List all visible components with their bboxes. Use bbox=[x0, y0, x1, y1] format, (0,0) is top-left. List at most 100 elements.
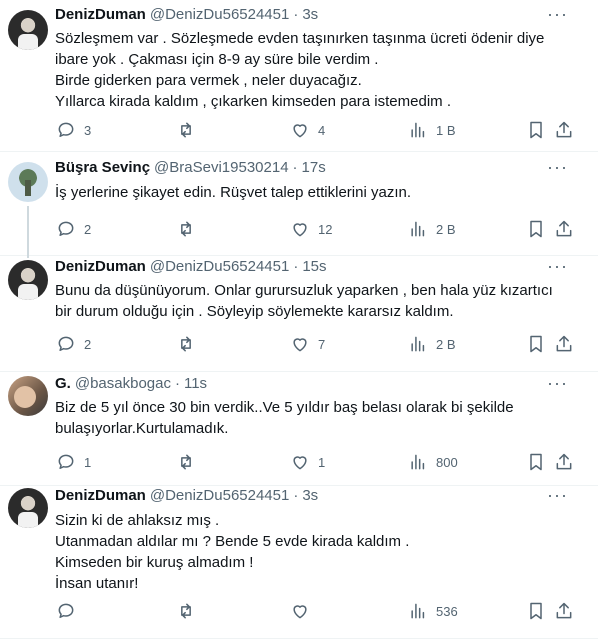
more-options-icon[interactable]: ··· bbox=[547, 256, 568, 277]
tweet-text: Biz de 5 yıl önce 30 bin verdik..Ve 5 yı… bbox=[55, 399, 514, 437]
bookmark-button[interactable] bbox=[526, 601, 546, 621]
user-handle[interactable]: @DenizDu56524451 bbox=[150, 258, 290, 275]
bookmark-button[interactable] bbox=[526, 219, 546, 239]
separator-dot: · bbox=[293, 258, 299, 275]
avatar[interactable] bbox=[8, 162, 48, 202]
heart-icon bbox=[293, 124, 307, 138]
more-options-icon[interactable]: ··· bbox=[547, 157, 568, 178]
bookmark-button[interactable] bbox=[526, 120, 546, 140]
heart-icon bbox=[293, 223, 307, 237]
like-button[interactable]: 12 bbox=[290, 219, 332, 239]
tweet[interactable]: G. @basakbogac · 11s ··· Biz de 5 yıl ön… bbox=[0, 372, 598, 486]
share-button[interactable] bbox=[554, 219, 574, 239]
retweet-button[interactable] bbox=[176, 452, 204, 472]
thread-line bbox=[27, 206, 29, 258]
like-button[interactable] bbox=[290, 601, 318, 621]
share-icon bbox=[556, 453, 572, 470]
analytics-icon bbox=[411, 454, 425, 470]
action-bar: 536 bbox=[48, 600, 586, 622]
heart-icon bbox=[293, 338, 307, 352]
reply-button[interactable]: 1 bbox=[56, 452, 91, 472]
reply-count: 2 bbox=[84, 336, 92, 352]
tweet[interactable]: Büşra Sevinç @BraSevi19530214 · 17s ··· … bbox=[0, 152, 598, 258]
tweet-text: Sizin ki de ahlaksız mış . Utanmadan ald… bbox=[55, 512, 410, 592]
display-name[interactable]: DenizDuman bbox=[55, 487, 146, 504]
view-count: 800 bbox=[436, 454, 458, 470]
views-button[interactable]: 536 bbox=[408, 601, 458, 621]
reply-count: 3 bbox=[84, 122, 92, 138]
reply-button[interactable] bbox=[56, 601, 84, 621]
user-handle[interactable]: @DenizDu56524451 bbox=[150, 6, 290, 23]
views-button[interactable]: 2 B bbox=[408, 219, 456, 239]
timestamp[interactable]: 15s bbox=[302, 258, 326, 275]
views-button[interactable]: 800 bbox=[408, 452, 458, 472]
share-button[interactable] bbox=[554, 334, 574, 354]
timestamp[interactable]: 3s bbox=[302, 6, 318, 23]
tweet-text: Sözleşmem var . Sözleşmede evden taşınır… bbox=[55, 30, 545, 110]
avatar[interactable] bbox=[8, 376, 48, 416]
timestamp[interactable]: 3s bbox=[302, 487, 318, 504]
reply-icon bbox=[58, 603, 74, 618]
reply-button[interactable]: 2 bbox=[56, 219, 91, 239]
timestamp[interactable]: 17s bbox=[302, 159, 326, 176]
separator-dot: · bbox=[292, 159, 298, 176]
like-button[interactable]: 1 bbox=[290, 452, 325, 472]
like-count: 7 bbox=[318, 336, 326, 352]
display-name[interactable]: G. bbox=[55, 375, 71, 392]
like-count: 4 bbox=[318, 122, 326, 138]
views-button[interactable]: 1 B bbox=[408, 120, 456, 140]
tweet-text: İş yerlerine şikayet edin. Rüşvet talep … bbox=[55, 184, 411, 201]
bookmark-icon bbox=[530, 335, 542, 353]
tweet[interactable]: DenizDuman @DenizDu56524451 · 15s ··· Bu… bbox=[0, 256, 598, 372]
display-name[interactable]: Büşra Sevinç bbox=[55, 159, 150, 176]
more-options-icon[interactable]: ··· bbox=[547, 4, 568, 25]
share-icon bbox=[556, 121, 572, 138]
avatar[interactable] bbox=[8, 10, 48, 50]
share-button[interactable] bbox=[554, 452, 574, 472]
analytics-icon bbox=[411, 221, 425, 237]
more-options-icon[interactable]: ··· bbox=[547, 485, 568, 506]
display-name[interactable]: DenizDuman bbox=[55, 6, 146, 23]
bookmark-icon bbox=[530, 220, 542, 238]
share-button[interactable] bbox=[554, 601, 574, 621]
retweet-icon bbox=[181, 336, 191, 352]
user-handle[interactable]: @BraSevi19530214 bbox=[154, 159, 289, 176]
share-button[interactable] bbox=[554, 120, 574, 140]
tweet-header: DenizDuman @DenizDu56524451 · 3s ··· bbox=[55, 485, 586, 506]
retweet-icon bbox=[181, 221, 191, 237]
retweet-button[interactable] bbox=[176, 120, 204, 140]
retweet-button[interactable] bbox=[176, 601, 204, 621]
retweet-button[interactable] bbox=[176, 334, 204, 354]
reply-icon bbox=[58, 336, 74, 351]
action-bar: 3 4 1 B bbox=[48, 119, 586, 141]
view-count: 2 B bbox=[436, 336, 456, 352]
action-bar: 1 1 800 bbox=[48, 451, 586, 473]
tweet[interactable]: DenizDuman @DenizDu56524451 · 3s ··· Söz… bbox=[0, 0, 598, 152]
avatar[interactable] bbox=[8, 488, 48, 528]
heart-icon bbox=[293, 456, 307, 470]
more-options-icon[interactable]: ··· bbox=[547, 373, 568, 394]
reply-thread: DenizDuman @DenizDu56524451 · 3s ··· Söz… bbox=[0, 0, 598, 639]
bookmark-button[interactable] bbox=[526, 452, 546, 472]
like-button[interactable]: 7 bbox=[290, 334, 325, 354]
like-count: 1 bbox=[318, 454, 326, 470]
user-handle[interactable]: @DenizDu56524451 bbox=[150, 487, 290, 504]
display-name[interactable]: DenizDuman bbox=[55, 258, 146, 275]
bookmark-icon bbox=[530, 121, 542, 139]
share-icon bbox=[556, 602, 572, 619]
avatar[interactable] bbox=[8, 260, 48, 300]
reply-button[interactable]: 3 bbox=[56, 120, 91, 140]
reply-icon bbox=[58, 454, 74, 469]
action-bar: 2 12 2 B bbox=[48, 218, 586, 240]
views-button[interactable]: 2 B bbox=[408, 334, 456, 354]
bookmark-button[interactable] bbox=[526, 334, 546, 354]
retweet-button[interactable] bbox=[176, 219, 204, 239]
timestamp[interactable]: 11s bbox=[184, 375, 207, 392]
bookmark-icon bbox=[530, 453, 542, 471]
reply-button[interactable]: 2 bbox=[56, 334, 91, 354]
like-button[interactable]: 4 bbox=[290, 120, 325, 140]
reply-count: 2 bbox=[84, 221, 92, 237]
tweet[interactable]: DenizDuman @DenizDu56524451 · 3s ··· Siz… bbox=[0, 485, 598, 639]
user-handle[interactable]: @basakbogac bbox=[75, 375, 171, 392]
retweet-icon bbox=[181, 603, 191, 619]
